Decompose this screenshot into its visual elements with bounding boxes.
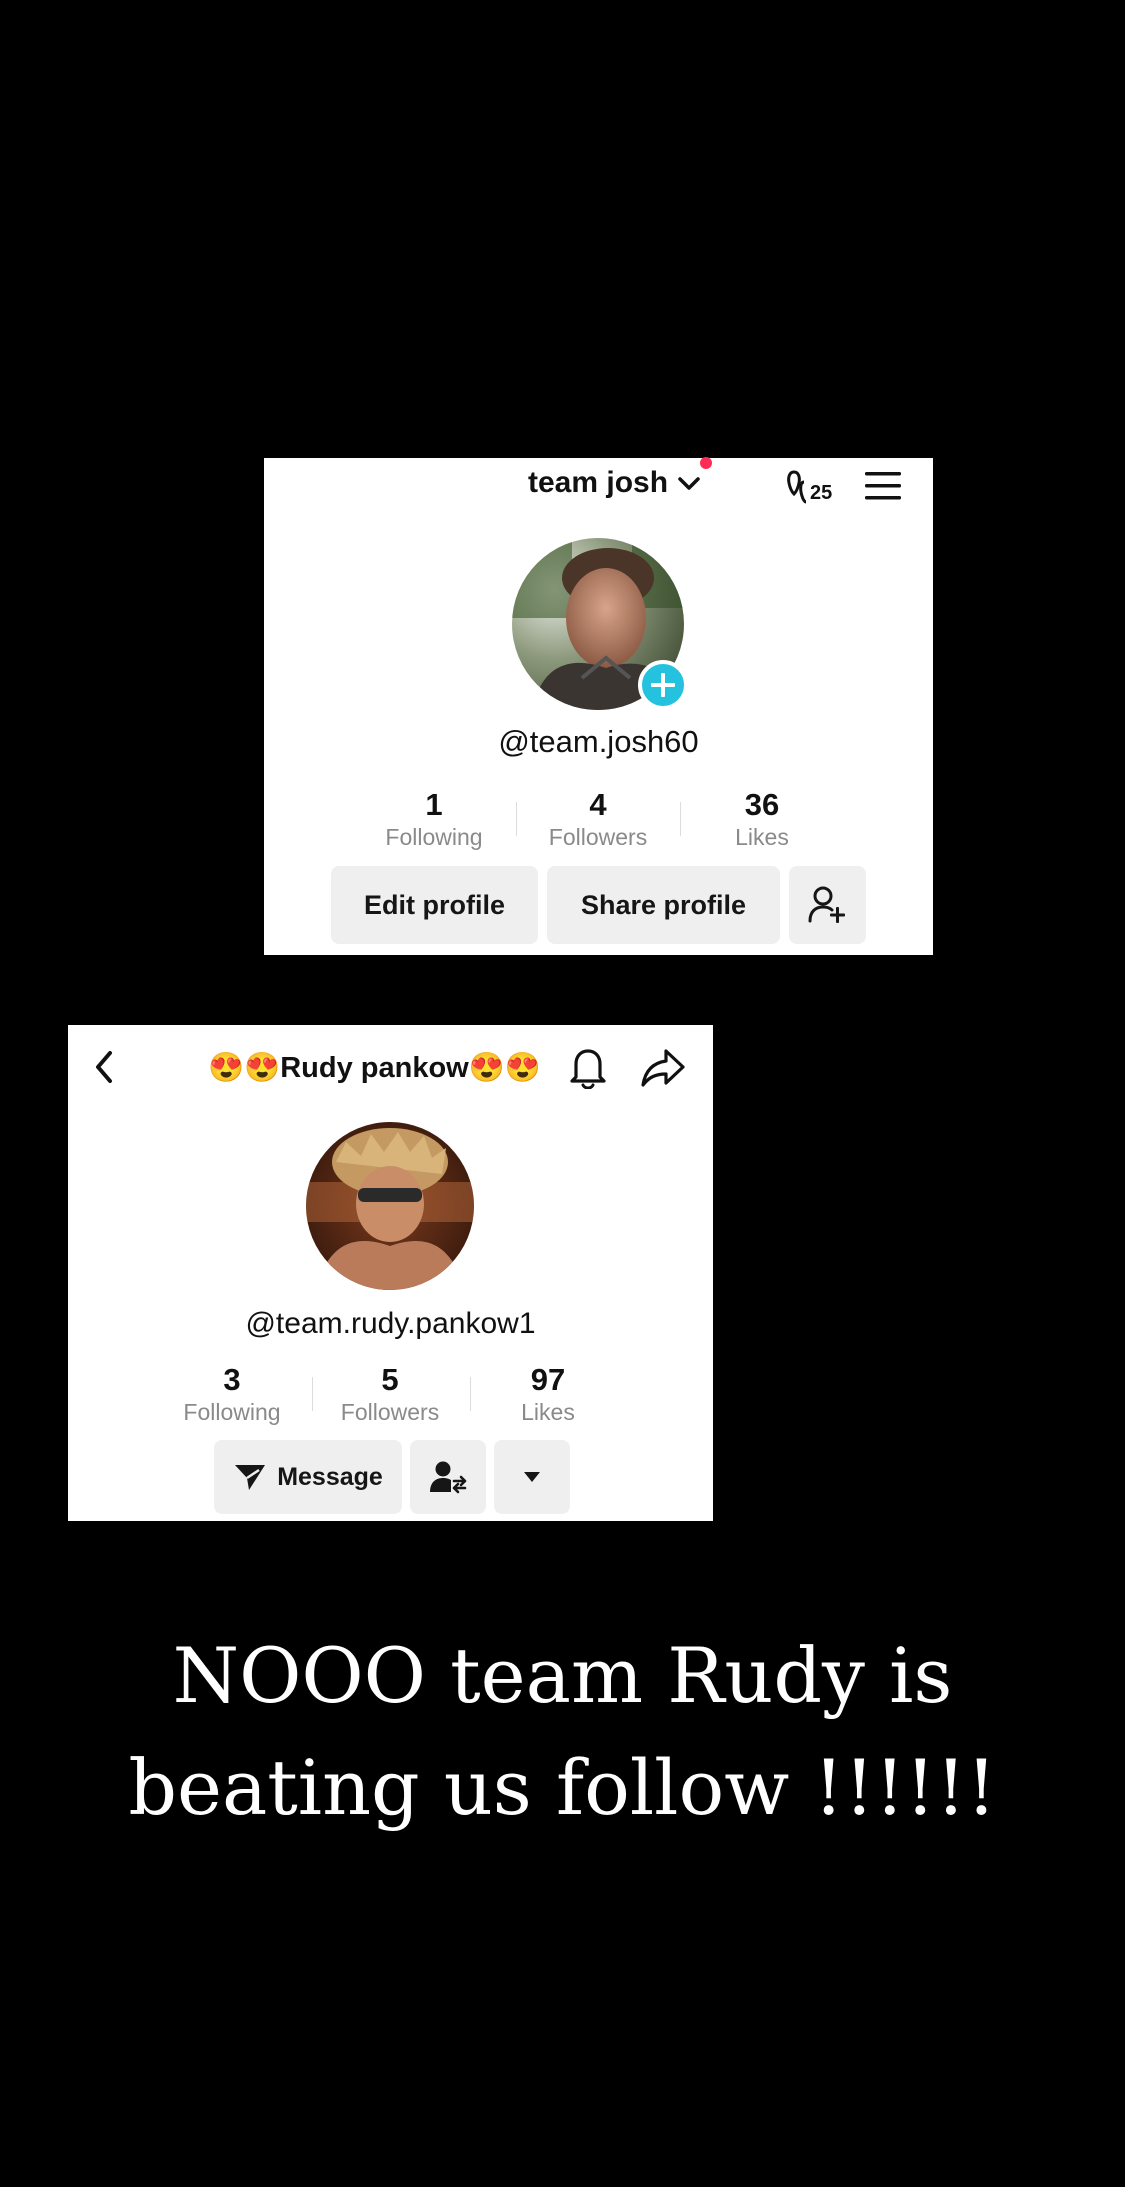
likes-label: Likes <box>735 824 789 850</box>
share-button[interactable] <box>640 1047 688 1091</box>
followers-count: 5 <box>381 1362 399 1397</box>
likes-stat[interactable]: 36 Likes <box>682 788 842 852</box>
caption-text: NOOO team Rudy is beating us follow !!!!… <box>0 1620 1125 1844</box>
following-stat[interactable]: 1 Following <box>354 788 514 852</box>
more-options-dropdown[interactable] <box>494 1440 570 1514</box>
chevron-down-icon <box>678 477 701 490</box>
following-label: Following <box>385 824 483 850</box>
add-friend-icon <box>808 886 845 923</box>
profile-handle: @team.josh60 <box>498 724 699 759</box>
following-label: Following <box>183 1399 281 1425</box>
followers-stat[interactable]: 4 Followers <box>518 788 678 852</box>
menu-icon <box>865 472 901 500</box>
avatar[interactable] <box>306 1122 474 1290</box>
share-icon <box>641 1049 685 1087</box>
notification-dot <box>700 457 712 469</box>
notification-bell-button[interactable] <box>568 1045 612 1091</box>
profile-handle: @team.rudy.pankow1 <box>245 1307 536 1340</box>
my-profile-card: team josh 25 @team.josh60 1 Following 4 … <box>264 457 933 955</box>
add-story-button[interactable] <box>638 660 688 710</box>
followers-count: 4 <box>589 787 607 822</box>
likes-stat[interactable]: 97 Likes <box>468 1363 628 1427</box>
footprint-count: 25 <box>810 482 833 504</box>
friend-swap-icon <box>430 1461 467 1494</box>
send-icon <box>235 1465 266 1490</box>
profile-title: team josh <box>528 466 669 499</box>
stat-divider <box>516 802 517 836</box>
bell-icon <box>570 1049 606 1090</box>
footprint-icon <box>787 470 807 504</box>
message-button[interactable]: Message <box>214 1440 402 1514</box>
profile-title: 😍😍Rudy pankow😍😍 <box>208 1052 541 1084</box>
other-profile-card: 😍😍Rudy pankow😍😍 @team.rudy.pankow1 3 Fol… <box>68 1025 713 1521</box>
caption-line-1: NOOO team Rudy is <box>172 1631 953 1720</box>
share-profile-button[interactable]: Share profile <box>547 866 780 944</box>
following-stat[interactable]: 3 Following <box>152 1363 312 1427</box>
add-story-icon <box>651 673 675 697</box>
avatar-image <box>306 1122 474 1290</box>
following-count: 1 <box>425 787 443 822</box>
following-count: 3 <box>223 1362 241 1397</box>
menu-button[interactable] <box>864 470 902 504</box>
back-icon <box>96 1051 112 1083</box>
dropdown-icon <box>524 1472 540 1482</box>
friend-swap-button[interactable] <box>410 1440 486 1514</box>
followers-stat[interactable]: 5 Followers <box>310 1363 470 1427</box>
stat-divider <box>680 802 681 836</box>
likes-count: 36 <box>744 787 780 822</box>
edit-profile-button[interactable]: Edit profile <box>331 866 538 944</box>
followers-label: Followers <box>548 824 648 850</box>
likes-count: 97 <box>530 1362 566 1397</box>
profile-title-switcher[interactable]: team josh <box>528 466 701 500</box>
caption-line-2: beating us follow !!!!!! <box>128 1743 997 1832</box>
footprint-button[interactable]: 25 <box>786 468 842 508</box>
likes-label: Likes <box>521 1399 575 1425</box>
message-label: Message <box>277 1462 383 1491</box>
back-button[interactable] <box>90 1047 122 1089</box>
add-friend-button[interactable] <box>789 866 866 944</box>
followers-label: Followers <box>340 1399 440 1425</box>
